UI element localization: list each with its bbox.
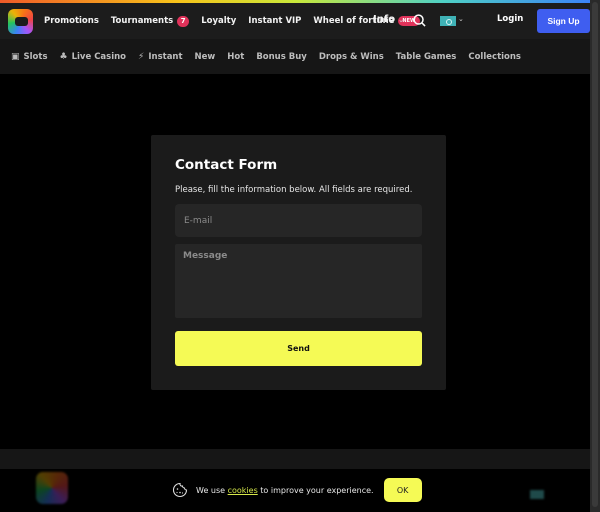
category-hot[interactable]: Hot	[227, 52, 244, 62]
cookie-banner: We use cookies to improve your experienc…	[172, 478, 422, 502]
footer-divider	[0, 449, 590, 469]
contact-form: Contact Form Please, fill the informatio…	[151, 135, 446, 390]
category-label: Collections	[468, 51, 521, 62]
tournaments-count-badge: 7	[177, 15, 190, 27]
category-bonus-buy[interactable]: Bonus Buy	[256, 52, 307, 62]
club-icon: ♣	[59, 51, 68, 62]
cookie-ok-button[interactable]: OK	[383, 478, 422, 502]
header: Promotions Tournaments 7 Loyalty Instant …	[0, 3, 590, 39]
category-collections[interactable]: Collections	[468, 52, 521, 62]
message-field[interactable]	[175, 244, 422, 318]
footer-logo	[36, 472, 68, 504]
category-table-games[interactable]: Table Games	[396, 52, 457, 62]
nav-label: Loyalty	[201, 16, 237, 26]
email-field[interactable]	[175, 204, 422, 237]
category-label: New	[194, 51, 216, 62]
cookies-link[interactable]: cookies	[228, 486, 258, 495]
info-dropdown[interactable]: Info ⌄	[373, 14, 404, 25]
category-label: Table Games	[395, 51, 457, 62]
nav-label: Instant VIP	[248, 16, 302, 26]
cookie-text-suffix: to improve your experience.	[257, 485, 374, 495]
nav-label: Tournaments	[110, 16, 174, 26]
nav-promotions[interactable]: Promotions	[44, 16, 99, 26]
category-live-casino[interactable]: ♣ Live Casino	[60, 52, 127, 62]
category-instant[interactable]: ⚡ Instant	[138, 52, 183, 62]
chevron-down-icon[interactable]: ⌄	[458, 15, 464, 23]
cookie-icon	[172, 482, 188, 498]
search-icon[interactable]	[413, 14, 426, 27]
lightning-icon: ⚡	[138, 51, 145, 62]
nav-instant-vip[interactable]: Instant VIP	[248, 16, 301, 26]
category-drops-wins[interactable]: Drops & Wins	[319, 52, 384, 62]
category-label: Hot	[227, 51, 245, 62]
language-flag-icon[interactable]	[440, 16, 456, 26]
cookie-message: We use cookies to improve your experienc…	[196, 486, 374, 495]
category-label: Live Casino	[71, 51, 127, 62]
form-description: Please, fill the information below. All …	[175, 185, 413, 195]
category-nav: ▣ Slots ♣ Live Casino ⚡ Instant New Hot Bon…	[0, 39, 590, 74]
slot-machine-icon: ▣	[11, 51, 20, 62]
nav-loyalty[interactable]: Loyalty	[201, 16, 236, 26]
login-button[interactable]: Login	[497, 14, 523, 24]
footer-flag-icon	[530, 490, 544, 499]
logo[interactable]	[8, 9, 33, 34]
category-new[interactable]: New	[195, 52, 216, 62]
category-label: Slots	[23, 51, 48, 62]
category-slots[interactable]: ▣ Slots	[11, 52, 48, 62]
nav-label: Promotions	[44, 16, 99, 26]
chevron-down-icon: ⌄	[398, 15, 404, 24]
form-title: Contact Form	[175, 157, 278, 173]
nav-tournaments[interactable]: Tournaments 7	[110, 15, 190, 27]
cookie-text-prefix: We use	[196, 485, 228, 495]
category-label: Instant	[148, 51, 183, 62]
send-button[interactable]: Send	[175, 331, 422, 366]
signup-button[interactable]: Sign Up	[537, 9, 590, 33]
category-label: Bonus Buy	[256, 51, 307, 62]
scrollbar-thumb[interactable]	[592, 2, 598, 507]
info-label: Info	[373, 14, 396, 25]
category-label: Drops & Wins	[318, 51, 384, 62]
